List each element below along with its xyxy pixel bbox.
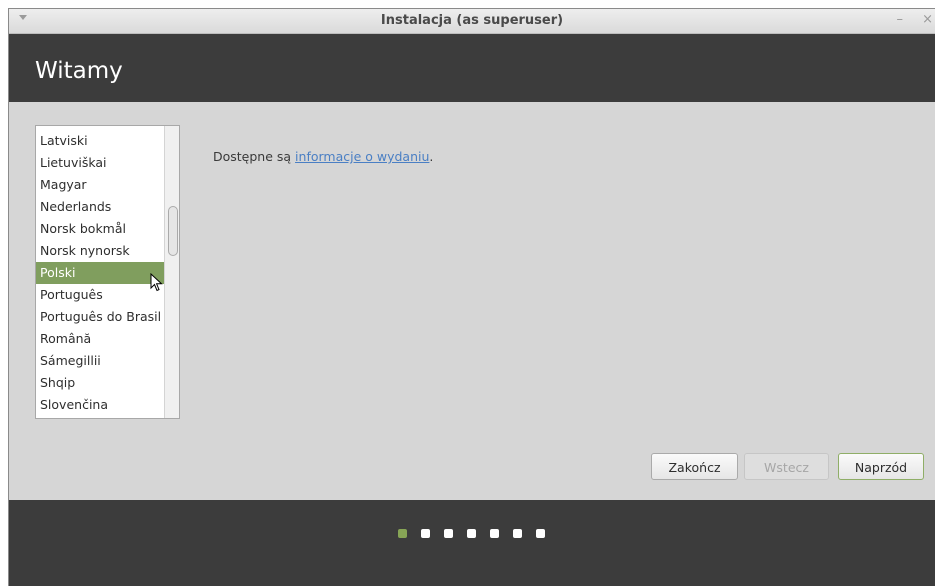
language-item[interactable]: Slovenčina (36, 394, 164, 416)
language-item[interactable]: Latviski (36, 130, 164, 152)
title-bar[interactable]: Instalacja (as superuser) – × (9, 9, 935, 34)
release-notes-text: Dostępne są informacje o wydaniu. (213, 149, 433, 164)
language-item[interactable]: Norsk nynorsk (36, 240, 164, 262)
page-header: Witamy (9, 34, 935, 102)
release-notes-prefix: Dostępne są (213, 149, 296, 164)
language-list[interactable]: Latviski Lietuviškai Magyar Nederlands Norsk… (35, 125, 180, 419)
window-title: Instalacja (as superuser) (380, 13, 564, 28)
release-notes-link[interactable]: informacje o wydaniu (295, 149, 429, 164)
progress-dot (421, 529, 430, 538)
forward-button[interactable]: Naprzód (838, 453, 924, 480)
language-item[interactable]: Nederlands (36, 196, 164, 218)
installer-window: Instalacja (as superuser) – × Witamy Lat… (8, 8, 935, 586)
language-item[interactable]: Lietuviškai (36, 152, 164, 174)
progress-dot (536, 529, 545, 538)
back-button[interactable]: Wstecz (744, 453, 829, 480)
language-list-scrollbar[interactable] (164, 126, 179, 418)
close-icon[interactable]: × (922, 12, 933, 27)
language-item[interactable]: Magyar (36, 174, 164, 196)
minimize-icon[interactable]: – (897, 12, 904, 27)
language-item[interactable]: Română (36, 328, 164, 350)
progress-dot (398, 529, 407, 538)
language-item[interactable]: Português do Brasil (36, 306, 164, 328)
release-notes-suffix: . (429, 149, 434, 164)
language-item[interactable]: Português (36, 284, 164, 306)
scrollbar-thumb[interactable] (168, 206, 178, 256)
progress-dot (444, 529, 453, 538)
language-item[interactable]: Polski (36, 262, 164, 284)
mouse-cursor-icon (150, 273, 163, 292)
language-item[interactable]: Sámegillii (36, 350, 164, 372)
page-title: Witamy (35, 58, 123, 84)
quit-button[interactable]: Zakończ (651, 453, 738, 480)
language-item[interactable]: Shqip (36, 372, 164, 394)
progress-dot (490, 529, 499, 538)
footer-bar (9, 500, 935, 586)
progress-dot (513, 529, 522, 538)
language-item[interactable]: Norsk bokmål (36, 218, 164, 240)
progress-dot (467, 529, 476, 538)
